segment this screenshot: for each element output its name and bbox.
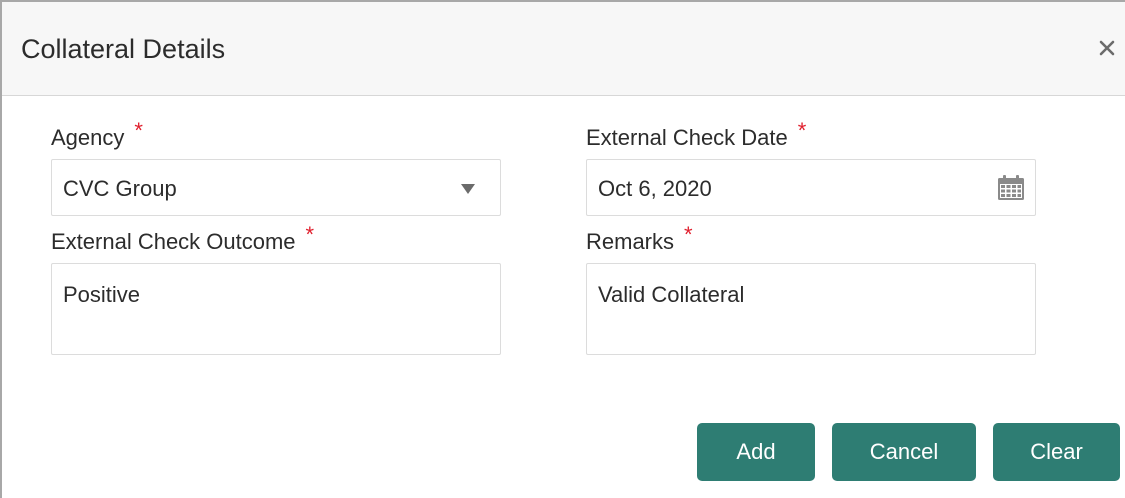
external-check-date-label-text: External Check Date bbox=[586, 125, 788, 150]
clear-button[interactable]: Clear bbox=[993, 423, 1120, 481]
remarks-textarea[interactable]: Valid Collateral bbox=[586, 263, 1036, 355]
chevron-down-icon[interactable] bbox=[461, 184, 475, 194]
remarks-required-marker: * bbox=[684, 222, 693, 247]
agency-required-marker: * bbox=[134, 118, 143, 143]
agency-label-text: Agency bbox=[51, 125, 125, 150]
dialog-header: Collateral Details bbox=[2, 2, 1125, 96]
agency-select-value: CVC Group bbox=[63, 176, 177, 201]
cancel-button[interactable]: Cancel bbox=[832, 423, 976, 481]
add-button[interactable]: Add bbox=[697, 423, 815, 481]
external-check-outcome-label: External Check Outcome * bbox=[51, 222, 314, 256]
close-button[interactable] bbox=[1089, 34, 1125, 64]
agency-select[interactable]: CVC Group bbox=[51, 159, 501, 216]
external-check-outcome-value: Positive bbox=[63, 282, 141, 307]
external-check-date-label: External Check Date * bbox=[586, 118, 806, 152]
remarks-label-text: Remarks bbox=[586, 229, 675, 254]
remarks-value: Valid Collateral bbox=[598, 282, 745, 307]
external-check-outcome-textarea[interactable]: Positive bbox=[51, 263, 501, 355]
dialog-title: Collateral Details bbox=[21, 34, 226, 64]
external-check-date-required-marker: * bbox=[797, 118, 807, 143]
calendar-icon[interactable] bbox=[997, 175, 1025, 201]
collateral-details-dialog: Collateral Details Agency * CVC Group Ext… bbox=[0, 0, 1125, 498]
agency-label: Agency * bbox=[51, 118, 143, 152]
external-check-outcome-label-text: External Check Outcome bbox=[51, 229, 296, 254]
external-check-outcome-required-marker: * bbox=[305, 222, 315, 247]
close-icon bbox=[1099, 40, 1115, 56]
external-check-date-value: Oct 6, 2020 bbox=[598, 176, 712, 201]
external-check-date-field[interactable]: Oct 6, 2020 bbox=[586, 159, 1036, 216]
remarks-label: Remarks * bbox=[586, 222, 693, 256]
